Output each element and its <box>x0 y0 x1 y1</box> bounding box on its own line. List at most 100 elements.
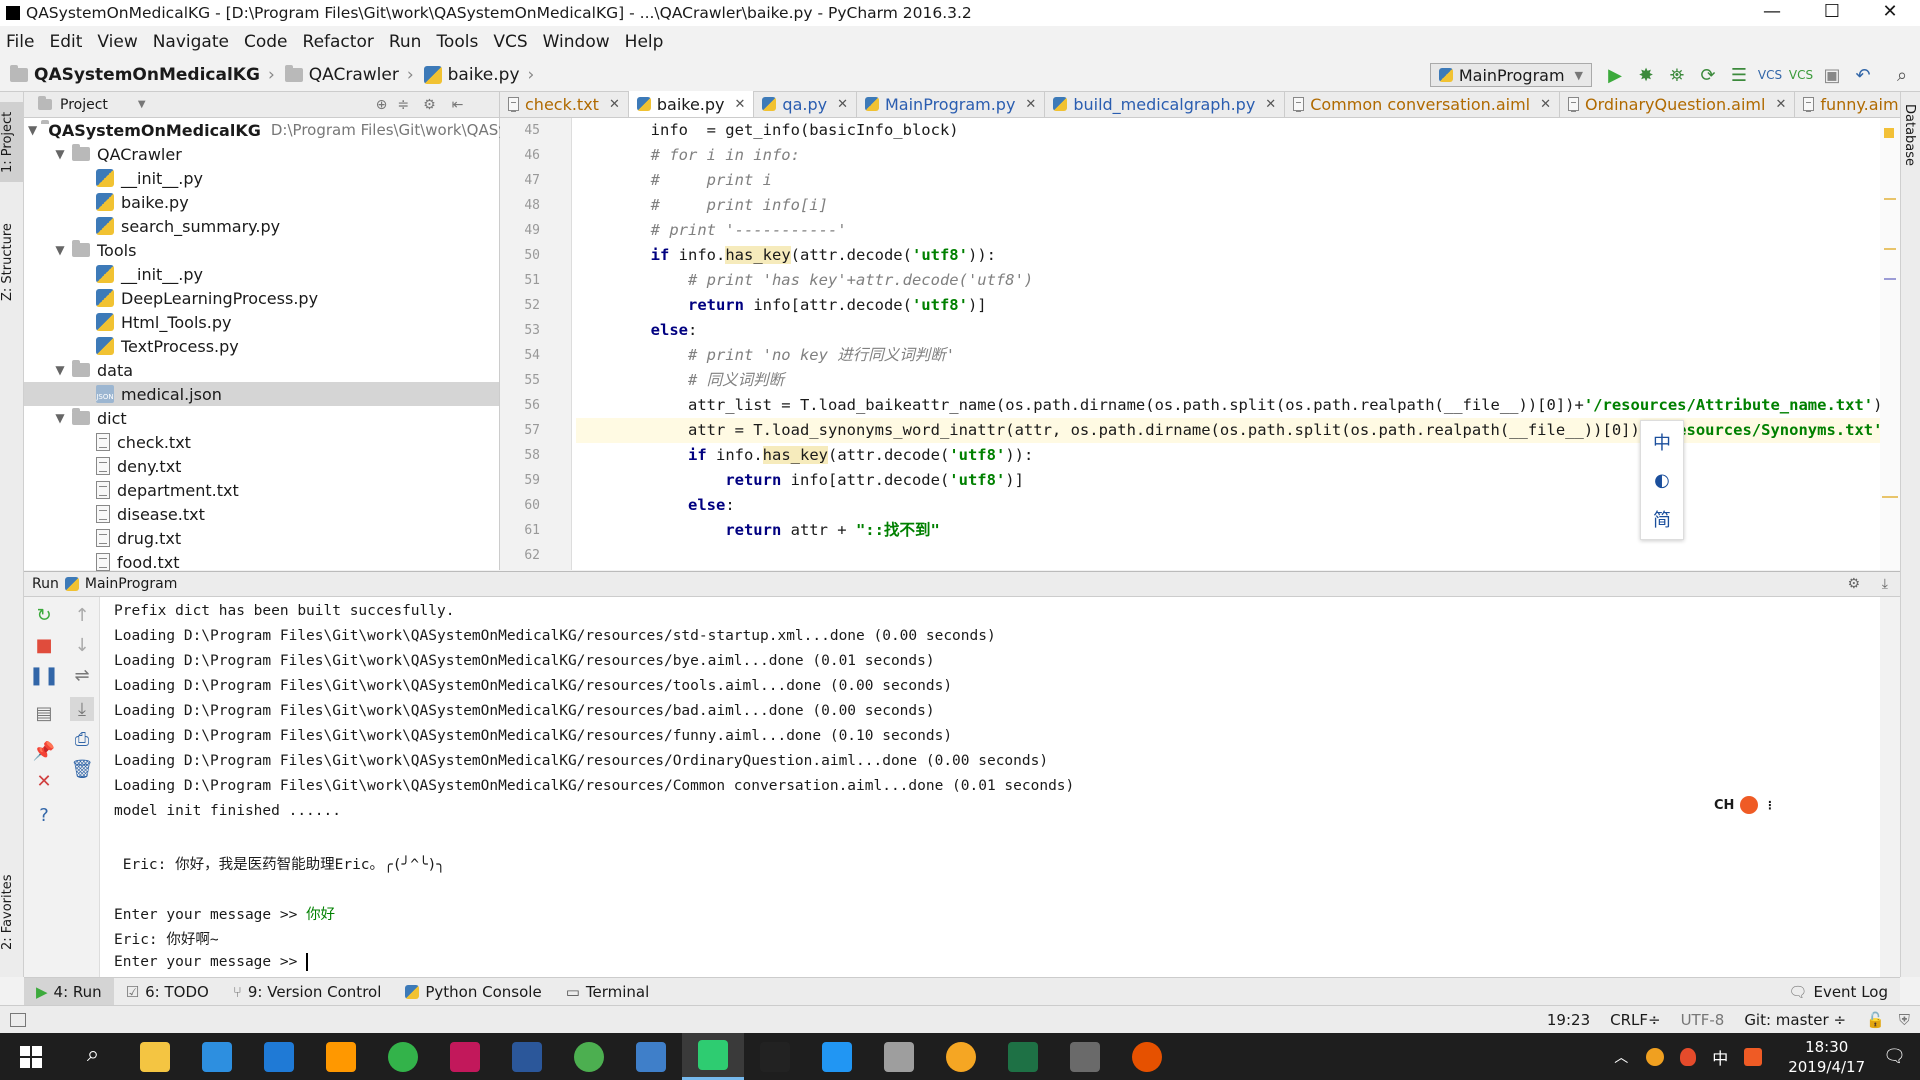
menu-code[interactable]: Code <box>244 32 288 52</box>
editor-tab[interactable]: build_medicalgraph.py ✕ <box>1045 91 1286 117</box>
ime-mode-button[interactable]: 中 <box>1653 429 1671 455</box>
code-line[interactable]: info = get_info(basicInfo_block) <box>576 118 1880 143</box>
pin-icon[interactable]: 📌 <box>32 739 56 763</box>
stop-icon[interactable]: ■ <box>32 633 56 657</box>
sogou-tray-icon[interactable] <box>1744 1047 1763 1066</box>
pause-icon[interactable]: ❚❚ <box>29 663 59 687</box>
concurrency-icon[interactable]: ☰ <box>1726 62 1752 88</box>
breadcrumb-file[interactable]: baike.py › <box>423 65 534 85</box>
minimize-button[interactable]: — <box>1742 0 1802 26</box>
stock-app-icon[interactable] <box>806 1033 868 1080</box>
close-tab-icon[interactable]: ✕ <box>1540 97 1551 112</box>
window-app-icon[interactable] <box>620 1033 682 1080</box>
print-icon[interactable]: ⎙ <box>70 727 94 751</box>
wechat-icon[interactable] <box>558 1033 620 1080</box>
close-tab-icon[interactable]: ✕ <box>735 97 746 112</box>
tool-tab-structure[interactable]: Z: Structure <box>0 212 24 312</box>
lock-icon[interactable]: 🔓 <box>1866 1011 1885 1029</box>
code-line[interactable]: # print i <box>576 168 1880 193</box>
code-line[interactable] <box>576 543 1880 568</box>
run-config-select[interactable]: MainProgram ▼ <box>1429 63 1592 87</box>
hide-panel-icon[interactable]: ⤓ <box>1882 576 1888 592</box>
tool-tab-database[interactable]: Database <box>1902 104 1917 166</box>
editor-tab[interactable]: qa.py ✕ <box>754 91 857 117</box>
menu-edit[interactable]: Edit <box>49 32 82 52</box>
git-app-icon[interactable] <box>1054 1033 1116 1080</box>
line-separator[interactable]: CRLF÷ <box>1610 1011 1660 1029</box>
pet-app-icon[interactable] <box>1116 1033 1178 1080</box>
notes-app-icon[interactable] <box>930 1033 992 1080</box>
close-tab-icon[interactable]: ✕ <box>1265 97 1276 112</box>
close-tab-icon[interactable]: ✕ <box>609 97 620 112</box>
word-icon[interactable] <box>496 1033 558 1080</box>
close-tab-icon[interactable]: ✕ <box>837 97 848 112</box>
search-icon[interactable]: ⌕ <box>1889 62 1915 88</box>
vcs-history-icon[interactable]: ▣ <box>1819 62 1845 88</box>
intellij-icon[interactable] <box>434 1033 496 1080</box>
tree-item[interactable]: ▼ QACrawler <box>24 142 499 166</box>
tree-item[interactable]: __init__.py <box>24 166 499 190</box>
expand-arrow-icon[interactable]: ▼ <box>52 411 68 425</box>
ime-moon-icon[interactable]: ◐ <box>1654 470 1670 491</box>
tree-item[interactable]: ▼ dict <box>24 406 499 430</box>
maximize-button[interactable]: ☐ <box>1802 0 1862 26</box>
locate-icon[interactable]: ⊕ <box>376 97 388 113</box>
scroll-up-icon[interactable]: ↑ <box>70 603 94 627</box>
tree-item[interactable]: baike.py <box>24 190 499 214</box>
editor-tab[interactable]: Common conversation.aiml ✕ <box>1285 91 1561 117</box>
tree-item[interactable]: search_summary.py <box>24 214 499 238</box>
code-line[interactable]: if info.has_key(attr.decode('utf8')): <box>576 443 1880 468</box>
rerun-icon[interactable]: ↻ <box>32 603 56 627</box>
windows-start-icon[interactable] <box>0 1033 62 1080</box>
menu-run[interactable]: Run <box>389 32 422 52</box>
scroll-down-icon[interactable]: ↓ <box>70 633 94 657</box>
sublime-icon[interactable] <box>310 1033 372 1080</box>
edge-icon[interactable] <box>248 1033 310 1080</box>
tab-run[interactable]: ▶ 4: Run <box>24 977 114 1006</box>
tree-item[interactable]: JSON medical.json <box>24 382 499 406</box>
vcs-update-icon[interactable]: VCS <box>1757 62 1783 88</box>
tray-expand-icon[interactable]: ︿ <box>1614 1047 1628 1067</box>
collapse-icon[interactable]: ≑ <box>397 97 409 113</box>
ime-simplified-button[interactable]: 简 <box>1653 506 1671 532</box>
code-line[interactable]: return attr + "::找不到" <box>576 518 1880 543</box>
360-browser-icon[interactable] <box>372 1033 434 1080</box>
file-encoding[interactable]: UTF-8 <box>1681 1011 1725 1029</box>
tree-item[interactable]: check.txt <box>24 430 499 454</box>
editor-scrollbar[interactable] <box>1880 118 1900 570</box>
tree-item[interactable]: ▼ Tools <box>24 238 499 262</box>
tree-item[interactable]: disease.txt <box>24 502 499 526</box>
search-app-icon[interactable] <box>868 1033 930 1080</box>
tree-item[interactable]: department.txt <box>24 478 499 502</box>
tree-item[interactable]: TextProcess.py <box>24 334 499 358</box>
close-button[interactable]: ✕ <box>1860 0 1920 26</box>
tree-item[interactable]: ▼ data <box>24 358 499 382</box>
code-line[interactable]: return info[attr.decode('utf8')] <box>576 468 1880 493</box>
menu-vcs[interactable]: VCS <box>493 32 527 52</box>
hide-icon[interactable]: ⇤ <box>452 97 464 113</box>
code-line[interactable]: # print 'no key 进行同义词判断' <box>576 343 1880 368</box>
coverage-icon[interactable]: ⛯ <box>1664 62 1690 88</box>
tree-item[interactable]: __init__.py <box>24 262 499 286</box>
excel-icon[interactable] <box>992 1033 1054 1080</box>
run-icon[interactable]: ▶ <box>1602 62 1628 88</box>
expand-arrow-icon[interactable]: ▼ <box>52 147 68 161</box>
close-run-icon[interactable]: ✕ <box>32 769 56 793</box>
profile-icon[interactable]: ⟳ <box>1695 62 1721 88</box>
chevron-down-icon[interactable]: ▼ <box>138 99 146 110</box>
code-line[interactable]: if info.has_key(attr.decode('utf8')): <box>576 243 1880 268</box>
close-tab-icon[interactable]: ✕ <box>1775 97 1786 112</box>
breadcrumb-folder[interactable]: QACrawler › <box>284 64 414 85</box>
tray-flame-icon[interactable] <box>1680 1047 1697 1066</box>
breadcrumb-project[interactable]: QASystemOnMedicalKG › <box>10 64 275 85</box>
gear-icon[interactable]: ⚙ <box>423 97 436 113</box>
tool-tab-favorites[interactable]: 2: Favorites <box>0 862 24 962</box>
debug-icon[interactable]: ✸ <box>1633 62 1659 88</box>
menu-tools[interactable]: Tools <box>436 32 478 52</box>
pycharm-icon[interactable] <box>682 1033 744 1080</box>
gear-icon[interactable]: ⚙ <box>1847 576 1860 592</box>
revert-icon[interactable]: ↶ <box>1850 62 1876 88</box>
expand-arrow-icon[interactable]: ▼ <box>28 123 37 137</box>
console-output[interactable]: Prefix dict has been built succesfully. L… <box>100 597 1880 977</box>
help-icon[interactable]: ? <box>32 803 56 827</box>
